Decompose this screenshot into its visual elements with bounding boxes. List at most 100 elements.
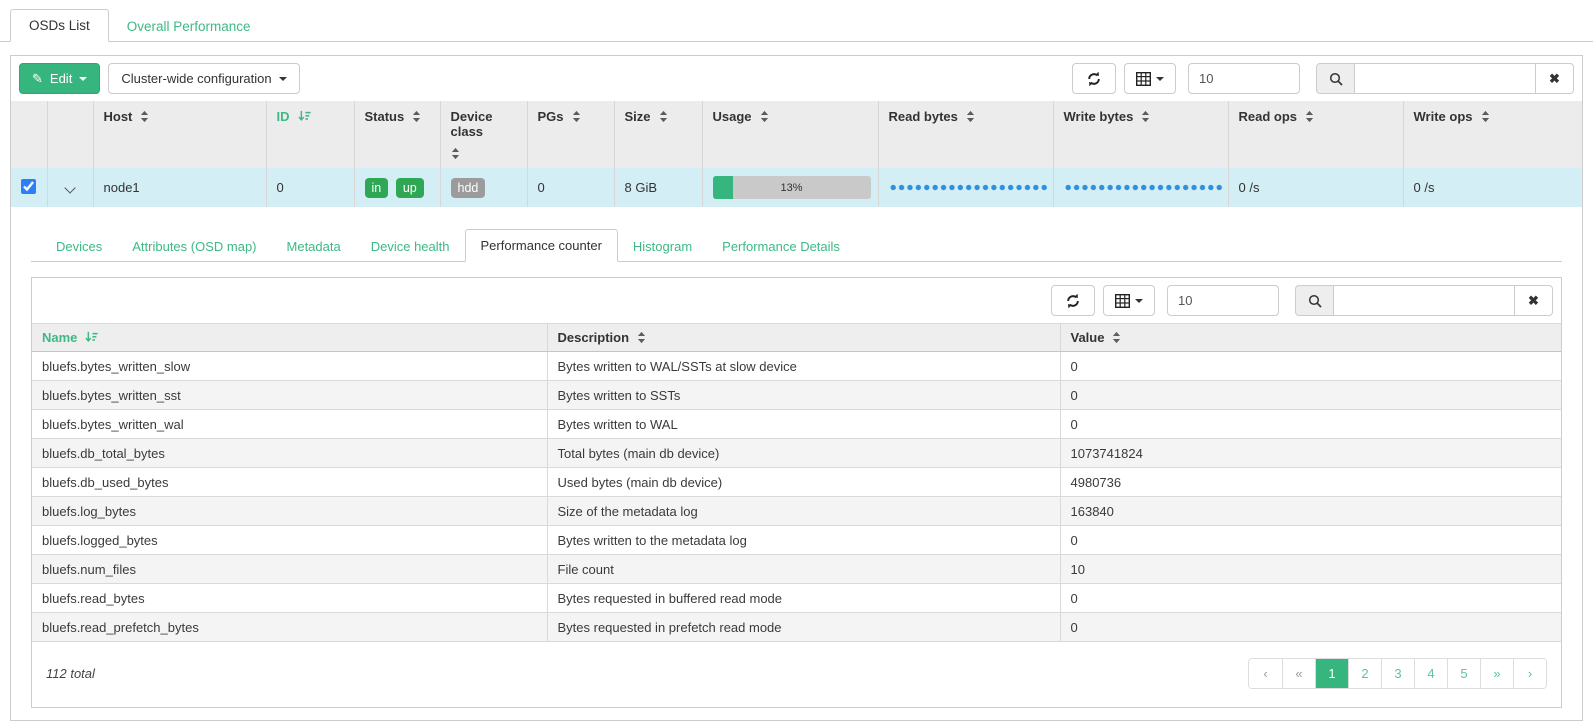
search-icon (1329, 72, 1343, 86)
col-read-bytes[interactable]: Read bytes (878, 101, 1053, 168)
tab-osds-list[interactable]: OSDs List (10, 9, 109, 42)
pagination-page-5[interactable]: 5 (1447, 659, 1480, 688)
col-write-bytes-label: Write bytes (1064, 109, 1134, 124)
cluster-wide-config-dropdown[interactable]: Cluster-wide configuration (108, 63, 299, 94)
counter-row[interactable]: bluefs.bytes_written_sst Bytes written t… (32, 381, 1561, 410)
pagination-first[interactable]: « (1282, 659, 1315, 688)
col-write-ops[interactable]: Write ops (1403, 101, 1582, 168)
cell-read-bytes (878, 168, 1053, 207)
col-value[interactable]: Value (1060, 324, 1561, 352)
counter-value: 0 (1060, 352, 1561, 381)
osd-table-header-row: Host ID Status Device class PGs Size (11, 101, 1582, 168)
sort-icon (412, 110, 421, 123)
pagination-prev[interactable]: ‹ (1249, 659, 1282, 688)
col-pgs[interactable]: PGs (527, 101, 614, 168)
counter-name: bluefs.num_files (32, 555, 547, 584)
col-device-class[interactable]: Device class (440, 101, 527, 168)
counter-row[interactable]: bluefs.db_total_bytes Total bytes (main … (32, 439, 1561, 468)
col-status-label: Status (365, 109, 405, 124)
page-size-input[interactable] (1188, 63, 1300, 94)
counter-row[interactable]: bluefs.read_prefetch_bytes Bytes request… (32, 613, 1561, 642)
col-pgs-label: PGs (538, 109, 564, 124)
sort-amount-down-icon (85, 331, 98, 344)
counter-name: bluefs.bytes_written_sst (32, 381, 547, 410)
tab-device-health[interactable]: Device health (356, 231, 465, 262)
cell-pgs: 0 (527, 168, 614, 207)
tab-overall-performance[interactable]: Overall Performance (109, 11, 269, 42)
col-write-bytes[interactable]: Write bytes (1053, 101, 1228, 168)
osd-table: Host ID Status Device class PGs Size (11, 101, 1582, 207)
counter-page-size-input[interactable] (1167, 285, 1279, 316)
pagination-next[interactable]: › (1513, 659, 1546, 688)
counter-row[interactable]: bluefs.read_bytes Bytes requested in buf… (32, 584, 1561, 613)
pencil-icon: ✎ (32, 71, 43, 87)
counter-search-input[interactable] (1333, 285, 1515, 316)
counter-name: bluefs.bytes_written_slow (32, 352, 547, 381)
cluster-wide-config-label: Cluster-wide configuration (121, 71, 271, 86)
pagination: ‹ « 1 2 3 4 5 » › (1248, 658, 1547, 689)
tab-performance-counter[interactable]: Performance counter (465, 229, 618, 262)
counter-description: Bytes written to SSTs (547, 381, 1060, 410)
col-description-label: Description (558, 330, 630, 345)
counter-toolbar: ✖ (32, 278, 1561, 323)
col-description[interactable]: Description (547, 324, 1060, 352)
sort-icon (1112, 331, 1121, 344)
tab-metadata[interactable]: Metadata (272, 231, 356, 262)
counter-search-clear-button[interactable]: ✖ (1515, 285, 1553, 316)
row-checkbox[interactable] (21, 179, 36, 194)
counter-description: Bytes written to the metadata log (547, 526, 1060, 555)
osd-row-node1[interactable]: node1 0 in up hdd 0 8 GiB 13% (11, 168, 1582, 207)
sort-icon (140, 110, 149, 123)
counter-row[interactable]: bluefs.bytes_written_wal Bytes written t… (32, 410, 1561, 439)
pagination-page-1[interactable]: 1 (1315, 659, 1348, 688)
tab-devices[interactable]: Devices (41, 231, 117, 262)
col-id[interactable]: ID (266, 101, 354, 168)
cell-host: node1 (93, 168, 266, 207)
pagination-page-2[interactable]: 2 (1348, 659, 1381, 688)
sort-icon (637, 331, 646, 344)
cell-write-ops: 0 /s (1403, 168, 1582, 207)
counter-value: 0 (1060, 584, 1561, 613)
pagination-page-4[interactable]: 4 (1414, 659, 1447, 688)
cell-id: 0 (266, 168, 354, 207)
counter-search-group: ✖ (1295, 285, 1553, 316)
counter-row[interactable]: bluefs.num_files File count 10 (32, 555, 1561, 584)
counter-refresh-button[interactable] (1051, 285, 1095, 316)
row-expand-chevron-icon[interactable] (64, 182, 75, 193)
col-name[interactable]: Name (32, 324, 547, 352)
counter-row[interactable]: bluefs.bytes_written_slow Bytes written … (32, 352, 1561, 381)
sort-icon (451, 147, 460, 160)
col-host[interactable]: Host (93, 101, 266, 168)
search-clear-button[interactable]: ✖ (1536, 63, 1574, 94)
caret-down-icon (279, 77, 287, 81)
refresh-button[interactable] (1072, 63, 1116, 94)
counter-row[interactable]: bluefs.logged_bytes Bytes written to the… (32, 526, 1561, 555)
col-status[interactable]: Status (354, 101, 440, 168)
col-size-label: Size (625, 109, 651, 124)
col-device-class-label: Device class (451, 109, 517, 139)
edit-button[interactable]: ✎ Edit (19, 63, 100, 94)
pagination-page-3[interactable]: 3 (1381, 659, 1414, 688)
sort-icon (659, 110, 668, 123)
col-read-ops[interactable]: Read ops (1228, 101, 1403, 168)
usage-progress-bar: 13% (713, 176, 871, 199)
columns-button[interactable] (1124, 63, 1176, 94)
col-usage[interactable]: Usage (702, 101, 878, 168)
counter-columns-button[interactable] (1103, 285, 1155, 316)
pagination-last[interactable]: » (1480, 659, 1513, 688)
sort-icon (966, 110, 975, 123)
tab-performance-details[interactable]: Performance Details (707, 231, 855, 262)
sort-amount-down-icon (298, 110, 311, 123)
tab-attributes-osd-map[interactable]: Attributes (OSD map) (117, 231, 271, 262)
tab-histogram[interactable]: Histogram (618, 231, 707, 262)
status-badge-in: in (365, 178, 389, 198)
search-input[interactable] (1354, 63, 1536, 94)
osd-list-card: ✎ Edit Cluster-wide configuration (10, 55, 1583, 721)
counter-row[interactable]: bluefs.db_used_bytes Used bytes (main db… (32, 468, 1561, 497)
status-badge-up: up (396, 178, 424, 198)
counter-row[interactable]: bluefs.log_bytes Size of the metadata lo… (32, 497, 1561, 526)
counter-name: bluefs.bytes_written_wal (32, 410, 547, 439)
col-usage-label: Usage (713, 109, 752, 124)
sort-icon (1305, 110, 1314, 123)
col-size[interactable]: Size (614, 101, 702, 168)
